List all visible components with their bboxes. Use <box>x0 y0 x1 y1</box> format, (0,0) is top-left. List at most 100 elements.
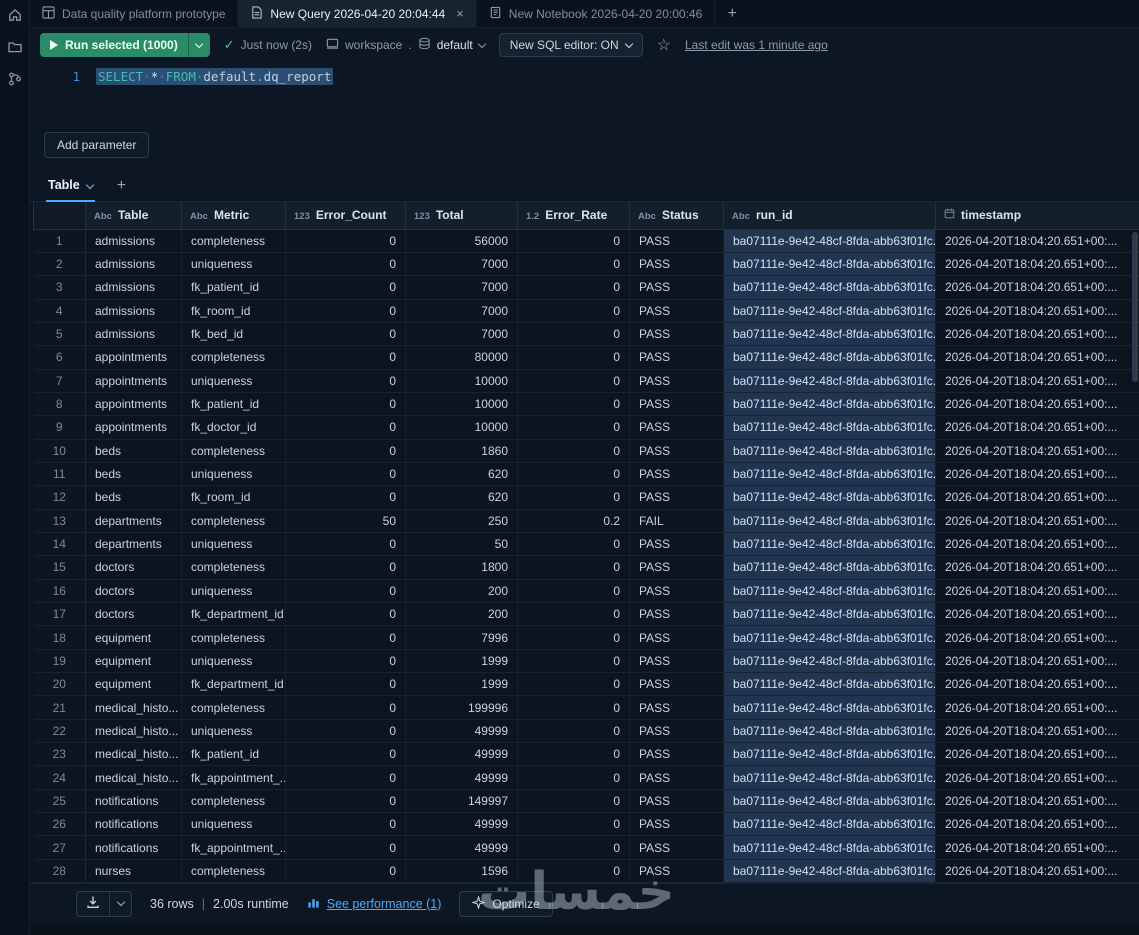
cell-total[interactable]: 7000 <box>405 299 518 323</box>
cell-error_count[interactable]: 0 <box>285 719 406 744</box>
cell-metric[interactable]: completeness <box>181 859 286 883</box>
close-icon[interactable]: × <box>456 6 464 21</box>
cell-error_rate[interactable]: 0 <box>517 719 630 744</box>
cell-total[interactable]: 1800 <box>405 555 518 580</box>
cell-error_rate[interactable]: 0 <box>517 415 630 440</box>
row-index[interactable]: 12 <box>33 485 86 510</box>
cell-status[interactable]: PASS <box>629 625 724 650</box>
cell-timestamp[interactable]: 2026-04-20T18:04:20.651+00:... <box>935 439 1139 463</box>
cell-table[interactable]: beds <box>85 462 182 487</box>
row-index[interactable]: 17 <box>33 602 86 627</box>
folder-icon[interactable] <box>7 39 23 55</box>
cell-error_rate[interactable]: 0 <box>517 485 630 510</box>
row-index[interactable]: 4 <box>33 299 86 323</box>
cell-total[interactable]: 7996 <box>405 625 518 650</box>
cell-status[interactable]: PASS <box>629 462 724 487</box>
cell-total[interactable]: 149997 <box>405 789 518 814</box>
cell-metric[interactable]: uniqueness <box>181 579 286 604</box>
cell-total[interactable]: 10000 <box>405 415 518 440</box>
cell-timestamp[interactable]: 2026-04-20T18:04:20.651+00:... <box>935 415 1139 440</box>
cell-metric[interactable]: fk_patient_id <box>181 275 286 300</box>
cell-error_rate[interactable]: 0 <box>517 859 630 883</box>
cell-error_count[interactable]: 0 <box>285 229 406 253</box>
cell-metric[interactable]: fk_department_id <box>181 602 286 627</box>
cell-metric[interactable]: fk_patient_id <box>181 392 286 417</box>
cell-table[interactable]: medical_histo... <box>85 695 182 720</box>
row-index[interactable]: 5 <box>33 322 86 347</box>
column-header-metric[interactable]: Abc Metric <box>181 202 286 230</box>
row-index[interactable]: 7 <box>33 369 86 393</box>
catalog-selector[interactable]: workspace . default <box>326 37 486 53</box>
cell-total[interactable]: 80000 <box>405 345 518 370</box>
cell-run_id[interactable]: ba07111e-9e42-48cf-8fda-abb63f01fc... <box>723 345 936 370</box>
cell-run_id[interactable]: ba07111e-9e42-48cf-8fda-abb63f01fc... <box>723 509 936 533</box>
cell-error_count[interactable]: 0 <box>285 555 406 580</box>
cell-timestamp[interactable]: 2026-04-20T18:04:20.651+00:... <box>935 765 1139 790</box>
cell-run_id[interactable]: ba07111e-9e42-48cf-8fda-abb63f01fc... <box>723 439 936 463</box>
cell-metric[interactable]: fk_doctor_id <box>181 415 286 440</box>
cell-table[interactable]: admissions <box>85 229 182 253</box>
row-index[interactable]: 26 <box>33 812 86 837</box>
cell-status[interactable]: PASS <box>629 649 724 674</box>
cell-error_rate[interactable]: 0 <box>517 345 630 370</box>
cell-error_count[interactable]: 0 <box>285 369 406 393</box>
cell-status[interactable]: PASS <box>629 532 724 557</box>
cell-error_count[interactable]: 0 <box>285 252 406 277</box>
cell-run_id[interactable]: ba07111e-9e42-48cf-8fda-abb63f01fc... <box>723 789 936 814</box>
cell-total[interactable]: 49999 <box>405 765 518 790</box>
cell-table[interactable]: admissions <box>85 299 182 323</box>
cell-total[interactable]: 49999 <box>405 742 518 767</box>
cell-run_id[interactable]: ba07111e-9e42-48cf-8fda-abb63f01fc... <box>723 415 936 440</box>
run-options-dropdown[interactable] <box>187 33 210 57</box>
cell-total[interactable]: 10000 <box>405 369 518 393</box>
cell-timestamp[interactable]: 2026-04-20T18:04:20.651+00:... <box>935 719 1139 744</box>
sql-editor[interactable]: 1 SELECT·*·FROM·default.dq_report <box>30 62 1139 128</box>
cell-error_count[interactable]: 0 <box>285 345 406 370</box>
cell-metric[interactable]: completeness <box>181 789 286 814</box>
cell-metric[interactable]: uniqueness <box>181 532 286 557</box>
add-results-tab-button[interactable]: + <box>117 177 126 201</box>
cell-metric[interactable]: uniqueness <box>181 369 286 393</box>
cell-run_id[interactable]: ba07111e-9e42-48cf-8fda-abb63f01fc... <box>723 392 936 417</box>
row-index[interactable]: 13 <box>33 509 86 533</box>
cell-timestamp[interactable]: 2026-04-20T18:04:20.651+00:... <box>935 299 1139 323</box>
column-header-run_id[interactable]: Abc run_id <box>723 202 936 230</box>
cell-timestamp[interactable]: 2026-04-20T18:04:20.651+00:... <box>935 602 1139 627</box>
tab-new-notebook[interactable]: New Notebook 2026-04-20 20:00:46 <box>477 0 716 27</box>
cell-error_rate[interactable]: 0 <box>517 602 630 627</box>
optimize-button[interactable]: Optimize <box>459 890 553 917</box>
cell-total[interactable]: 250 <box>405 509 518 533</box>
cell-run_id[interactable]: ba07111e-9e42-48cf-8fda-abb63f01fc... <box>723 252 936 277</box>
column-header-timestamp[interactable]: timestamp <box>935 202 1139 230</box>
cell-error_count[interactable]: 0 <box>285 835 406 860</box>
cell-total[interactable]: 49999 <box>405 719 518 744</box>
cell-error_rate[interactable]: 0 <box>517 812 630 837</box>
cell-status[interactable]: PASS <box>629 835 724 860</box>
cell-error_rate[interactable]: 0 <box>517 765 630 790</box>
cell-status[interactable]: PASS <box>629 555 724 580</box>
row-index[interactable]: 2 <box>33 252 86 277</box>
cell-error_count[interactable]: 50 <box>285 509 406 533</box>
cell-table[interactable]: medical_histo... <box>85 742 182 767</box>
last-edit-link[interactable]: Last edit was 1 minute ago <box>685 38 828 52</box>
cell-status[interactable]: PASS <box>629 765 724 790</box>
cell-status[interactable]: PASS <box>629 439 724 463</box>
cell-table[interactable]: equipment <box>85 649 182 674</box>
cell-table[interactable]: nurses <box>85 859 182 883</box>
cell-timestamp[interactable]: 2026-04-20T18:04:20.651+00:... <box>935 859 1139 883</box>
cell-run_id[interactable]: ba07111e-9e42-48cf-8fda-abb63f01fc... <box>723 695 936 720</box>
cell-metric[interactable]: fk_appointment_... <box>181 765 286 790</box>
cell-table[interactable]: admissions <box>85 322 182 347</box>
cell-error_rate[interactable]: 0 <box>517 789 630 814</box>
cell-run_id[interactable]: ba07111e-9e42-48cf-8fda-abb63f01fc... <box>723 765 936 790</box>
cell-error_count[interactable]: 0 <box>285 859 406 883</box>
row-index[interactable]: 24 <box>33 765 86 790</box>
cell-error_count[interactable]: 0 <box>285 672 406 697</box>
row-index[interactable]: 18 <box>33 625 86 650</box>
cell-timestamp[interactable]: 2026-04-20T18:04:20.651+00:... <box>935 462 1139 487</box>
cell-error_count[interactable]: 0 <box>285 532 406 557</box>
cell-total[interactable]: 1999 <box>405 672 518 697</box>
cell-run_id[interactable]: ba07111e-9e42-48cf-8fda-abb63f01fc... <box>723 462 936 487</box>
cell-table[interactable]: admissions <box>85 252 182 277</box>
cell-table[interactable]: doctors <box>85 579 182 604</box>
